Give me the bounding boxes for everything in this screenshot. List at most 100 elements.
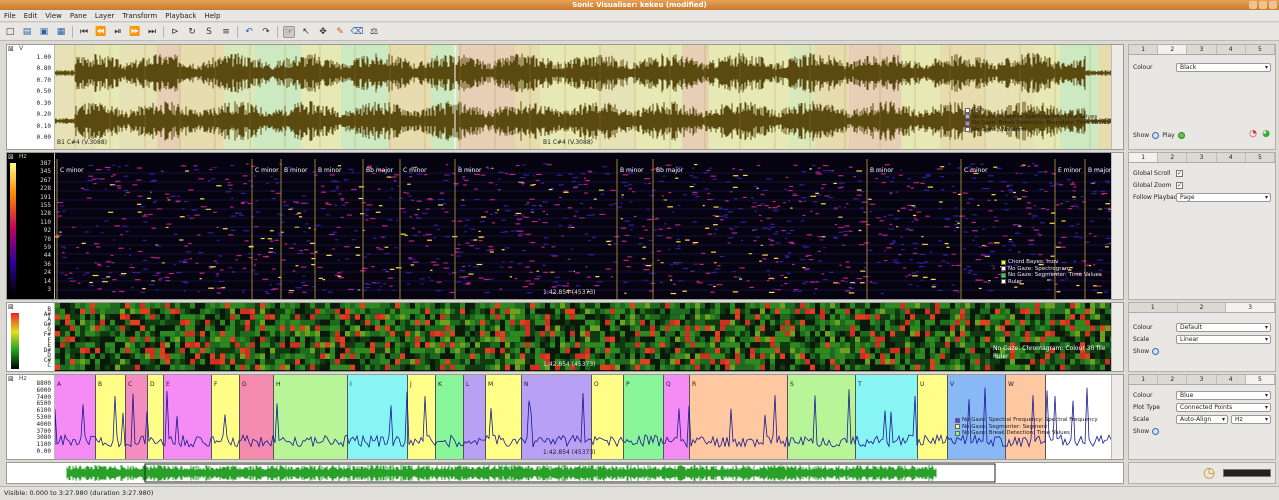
chroma-cell: [320, 314, 325, 320]
spectrogram-pane[interactable]: ⊠ Hz 387 345 267 228 191 155 128 110 92 78 59 44 36 2…: [6, 152, 1124, 300]
menu-help[interactable]: Help: [204, 12, 220, 20]
spectrogram-bin: [255, 211, 261, 213]
spectrogram-bin: [62, 210, 66, 212]
chroma-cell: [1055, 336, 1060, 343]
undo-icon[interactable]: ↶: [243, 26, 255, 38]
save-icon[interactable]: ▣: [38, 26, 50, 38]
spectrogram-vertical-scrollbar[interactable]: [1111, 153, 1123, 299]
navigate-icon[interactable]: ☞: [283, 25, 295, 38]
spectrogram-view[interactable]: C minor C minor B minor B minor Bb major C mi…: [55, 153, 1111, 299]
layer-tab-2[interactable]: 2: [1158, 375, 1188, 384]
show-toggle[interactable]: [1152, 347, 1160, 355]
erase-icon[interactable]: ⌫: [351, 26, 364, 38]
colour-combo[interactable]: Blue: [1176, 390, 1271, 400]
menu-pane[interactable]: Pane: [70, 12, 87, 20]
menu-view[interactable]: View: [45, 12, 62, 20]
layer-tab-2[interactable]: 2: [1158, 153, 1188, 162]
layer-tab-3[interactable]: 3: [1187, 153, 1217, 162]
fast-forward-icon[interactable]: ⏩: [129, 26, 141, 38]
overview-pane[interactable]: [6, 462, 1124, 484]
select-icon[interactable]: ↖: [300, 26, 312, 38]
play-icon[interactable]: ⏯: [112, 26, 124, 38]
menu-transform[interactable]: Transform: [122, 12, 157, 20]
waveform-pane[interactable]: ⊠ V 1.00 0.80 0.70 0.50 0.30 0.20 0.10 0.00 B1 …: [6, 44, 1124, 150]
layer-tab-5[interactable]: 5: [1245, 45, 1276, 54]
layer-tab-4[interactable]: 4: [1216, 153, 1246, 162]
minimize-button[interactable]: [1249, 1, 1257, 9]
menu-edit[interactable]: Edit: [24, 12, 38, 20]
show-toggle[interactable]: [1152, 427, 1160, 435]
chroma-cell: [505, 303, 510, 309]
colour-combo[interactable]: Default: [1176, 322, 1271, 332]
waveform-view[interactable]: B1 C#4 (V.3088) B1 C#4 (V.3088) Bars No G…: [55, 45, 1111, 149]
layer-tab-2[interactable]: 2: [1177, 303, 1227, 312]
close-pane-icon[interactable]: ⊠: [8, 375, 14, 383]
play-selection-icon[interactable]: ⊳: [169, 26, 181, 38]
playback-speed-dial-icon[interactable]: ◷: [1203, 465, 1215, 481]
plot-type-combo[interactable]: Connected Points: [1176, 402, 1271, 412]
layer-tab-2[interactable]: 2: [1158, 45, 1188, 54]
segmentation-pane[interactable]: ⊠ Hz 8800 6000 7400 6500 6100 5300 4000 3700 308…: [6, 374, 1124, 460]
waveform-vertical-scrollbar[interactable]: [1111, 45, 1123, 149]
open-icon[interactable]: ▤: [21, 26, 33, 38]
layer-tab-5[interactable]: 5: [1245, 153, 1276, 162]
draw-icon[interactable]: ✎: [334, 26, 346, 38]
spectrogram-bin: [912, 242, 919, 245]
maximize-button[interactable]: [1259, 1, 1267, 9]
layer-tab-5[interactable]: 5: [1245, 375, 1276, 384]
show-toggle[interactable]: [1152, 131, 1160, 139]
colour-combo[interactable]: Black: [1176, 62, 1271, 72]
global-scroll-checkbox[interactable]: ✓: [1176, 169, 1183, 177]
new-icon[interactable]: □: [4, 26, 16, 38]
move-icon[interactable]: ✥: [317, 26, 329, 38]
layer-tab-4[interactable]: 4: [1216, 375, 1246, 384]
scale-combo[interactable]: Linear: [1176, 334, 1271, 344]
unit-combo[interactable]: Hz: [1231, 414, 1271, 424]
scale-combo[interactable]: Auto-Align: [1176, 414, 1228, 424]
pan-dial-icon[interactable]: ◕: [1262, 129, 1270, 139]
chroma-cell: [935, 303, 940, 309]
menu-file[interactable]: File: [4, 12, 16, 20]
chroma-cell: [230, 364, 235, 371]
chroma-cell: [755, 314, 760, 320]
close-pane-icon[interactable]: ⊠: [8, 153, 14, 161]
chroma-cell: [270, 364, 275, 371]
align-icon[interactable]: ≡: [220, 26, 232, 38]
save-as-icon[interactable]: ▦: [55, 26, 67, 38]
layer-tab-1[interactable]: 1: [1129, 45, 1159, 54]
layer-tab-3[interactable]: 3: [1187, 375, 1217, 384]
follow-playback-combo[interactable]: Page: [1176, 192, 1271, 202]
chromagram-pane[interactable]: ⊠ B A# A G# G F# F E D# D C# C No Gaze: Chromagram:…: [6, 302, 1124, 372]
layer-tab-3[interactable]: 3: [1187, 45, 1217, 54]
spectrogram-bin: [419, 278, 425, 280]
solo-icon[interactable]: S: [203, 26, 215, 38]
menu-layer[interactable]: Layer: [95, 12, 115, 20]
loop-icon[interactable]: ↻: [186, 26, 198, 38]
spectrogram-bin: [691, 193, 698, 196]
ffwd-end-icon[interactable]: ⏭: [146, 26, 158, 38]
close-pane-icon[interactable]: ⊠: [8, 45, 14, 53]
rewind-icon[interactable]: ⏪: [95, 26, 107, 38]
rewind-start-icon[interactable]: ⏮: [78, 26, 90, 38]
close-pane-icon[interactable]: ⊠: [8, 303, 14, 311]
close-window-button[interactable]: [1269, 1, 1277, 9]
layer-tab-4[interactable]: 4: [1216, 45, 1246, 54]
global-zoom-checkbox[interactable]: ✓: [1176, 181, 1183, 189]
chromagram-view[interactable]: No Gaze: Chromagram: Colour 30 file Rule…: [55, 303, 1111, 371]
chroma-cell: [995, 308, 1000, 315]
segmentation-view[interactable]: ABCDEFGHIJKLMNOPQRSTUVW No Gaze: Spectra…: [55, 375, 1111, 459]
chromagram-vertical-scrollbar[interactable]: [1111, 303, 1123, 371]
layer-tab-3[interactable]: 3: [1226, 303, 1276, 312]
chroma-cell: [130, 331, 135, 337]
gain-dial-icon[interactable]: ◔: [1249, 129, 1257, 139]
layer-tab-1[interactable]: 1: [1129, 303, 1178, 312]
layer-tab-1[interactable]: 1: [1129, 375, 1159, 384]
spectrogram-bin: [669, 264, 674, 266]
measure-icon[interactable]: ⚖: [368, 26, 380, 38]
layer-tab-1[interactable]: 1: [1129, 153, 1159, 162]
menu-playback[interactable]: Playback: [165, 12, 196, 20]
redo-icon[interactable]: ↷: [260, 26, 272, 38]
segmentation-vertical-scrollbar[interactable]: [1111, 375, 1123, 459]
spectrogram-bin: [465, 283, 471, 285]
play-toggle[interactable]: [1177, 131, 1185, 139]
